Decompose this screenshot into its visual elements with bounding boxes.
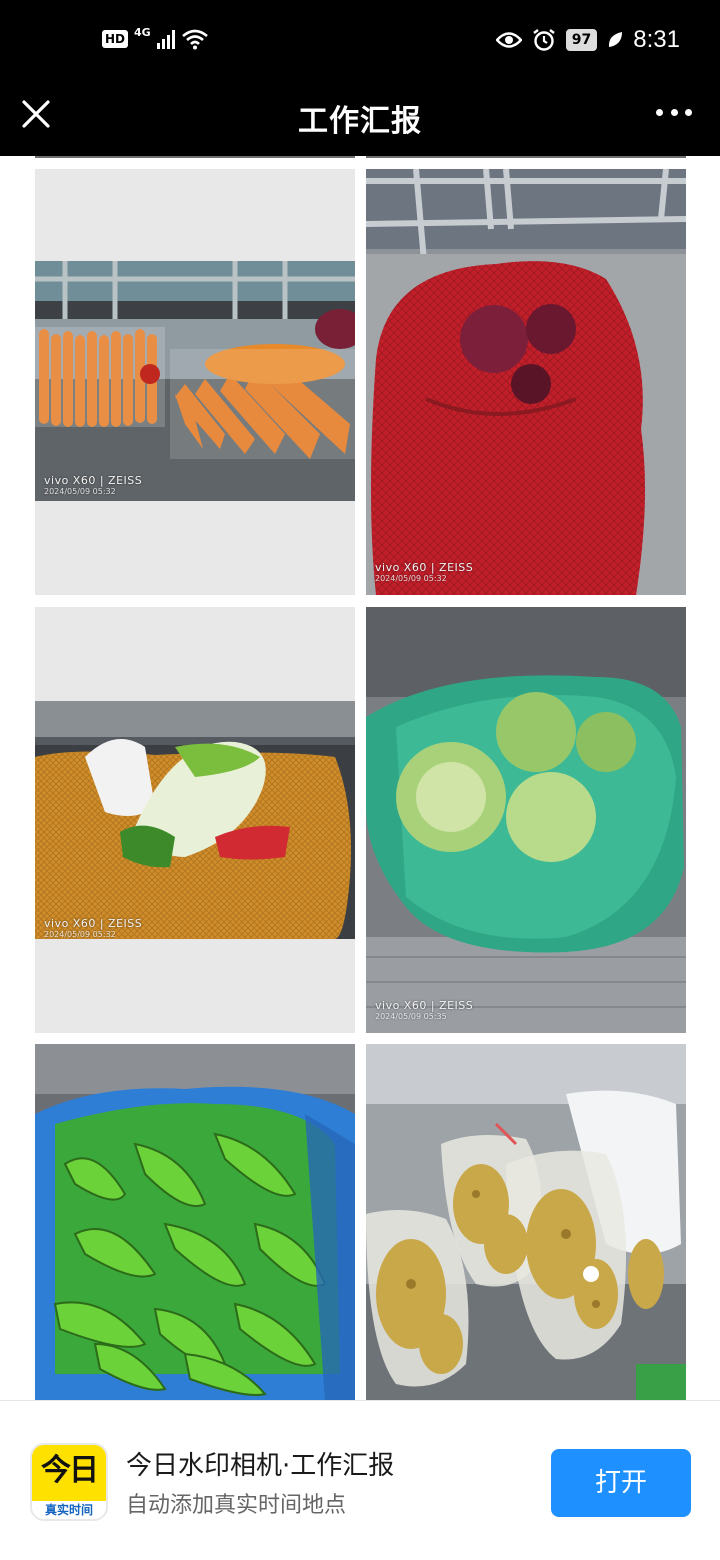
photo-red-onions[interactable]: vivo X60 | ZEISS 2024/05/09 05:32 bbox=[366, 169, 686, 595]
more-icon[interactable] bbox=[656, 104, 692, 120]
photo-napa-cabbage[interactable]: vivo X60 | ZEISS 2024/05/09 05:32 bbox=[35, 607, 355, 1033]
clock-time: 8:31 bbox=[633, 26, 680, 53]
photo-watermark: vivo X60 | ZEISS 2024/05/09 05:32 bbox=[44, 474, 143, 496]
photo-cabbage[interactable]: vivo X60 | ZEISS 2024/05/09 05:35 bbox=[366, 607, 686, 1033]
wifi-icon bbox=[181, 29, 208, 50]
title-bar: 工作汇报 bbox=[0, 86, 720, 156]
hd-badge: HD bbox=[102, 30, 129, 48]
screen: HD 4G 97 8:31 工作汇报 vivo X60 | ZEISS 2024… bbox=[0, 0, 720, 1560]
previous-photo-edge bbox=[35, 156, 355, 158]
app-promo-banner: 今日 真实时间 今日水印相机·工作汇报 自动添加真实时间地点 打开 bbox=[0, 1400, 720, 1560]
battery-icon: 97 bbox=[565, 29, 598, 51]
photo-grid[interactable]: vivo X60 | ZEISS 2024/05/09 05:32 vivo X… bbox=[0, 156, 720, 1400]
app-icon[interactable]: 今日 真实时间 bbox=[30, 1443, 108, 1521]
status-left: HD 4G bbox=[102, 25, 209, 50]
photo-green-peppers[interactable] bbox=[35, 1044, 355, 1400]
photo-watermark: vivo X60 | ZEISS 2024/05/09 05:35 bbox=[375, 999, 474, 1021]
banner-title: 今日水印相机·工作汇报 bbox=[126, 1451, 395, 1481]
signal-icon bbox=[156, 29, 175, 49]
status-bar: HD 4G 97 8:31 bbox=[0, 0, 720, 86]
eye-icon bbox=[495, 32, 522, 48]
photo-watermark: vivo X60 | ZEISS 2024/05/09 05:32 bbox=[44, 917, 143, 939]
photo-ginger[interactable] bbox=[366, 1044, 686, 1400]
network-label: 4G bbox=[134, 25, 151, 39]
open-button[interactable]: 打开 bbox=[551, 1449, 691, 1517]
photo-carrots[interactable]: vivo X60 | ZEISS 2024/05/09 05:32 bbox=[35, 169, 355, 595]
banner-subtitle: 自动添加真实时间地点 bbox=[126, 1493, 347, 1518]
photo-watermark: vivo X60 | ZEISS 2024/05/09 05:32 bbox=[375, 561, 474, 583]
status-right: 97 8:31 bbox=[495, 26, 680, 54]
leaf-icon bbox=[609, 32, 623, 47]
app-icon-subtext: 真实时间 bbox=[32, 1501, 106, 1519]
alarm-icon bbox=[533, 29, 555, 51]
page-title: 工作汇报 bbox=[298, 104, 422, 139]
previous-photo-edge bbox=[366, 156, 686, 158]
app-icon-text: 今日 bbox=[32, 1445, 106, 1501]
